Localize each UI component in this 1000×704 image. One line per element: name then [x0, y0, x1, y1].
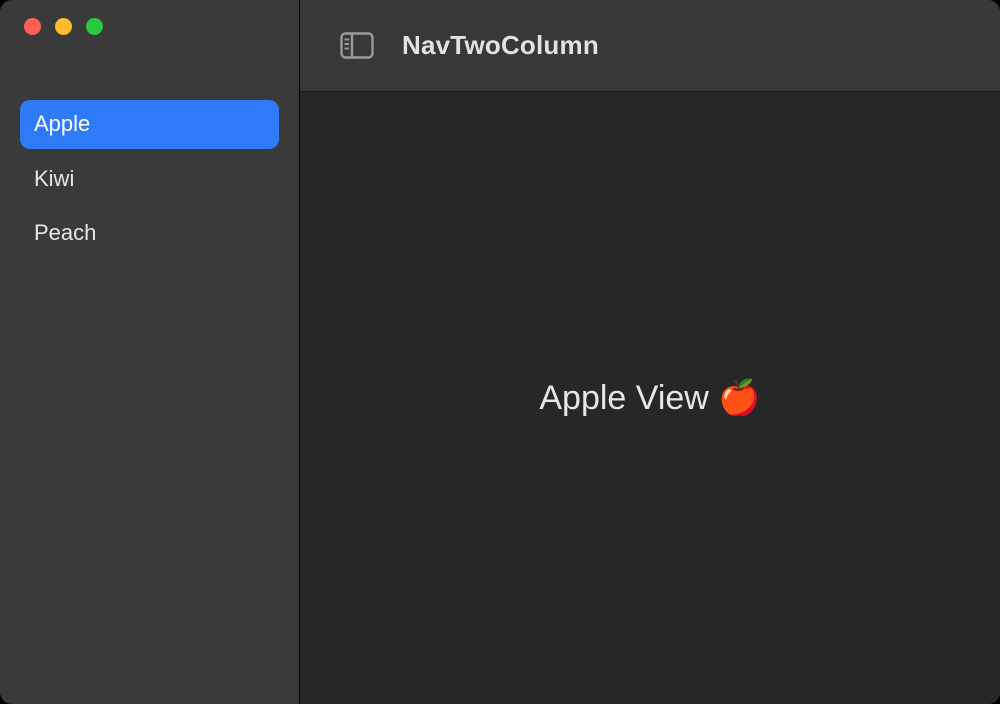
sidebar-item-kiwi[interactable]: Kiwi	[20, 155, 279, 204]
detail-text: Apple View 🍎	[539, 378, 760, 418]
window-controls	[0, 0, 299, 52]
sidebar: Apple Kiwi Peach	[0, 0, 300, 704]
window-title: NavTwoColumn	[402, 30, 599, 61]
minimize-window-button[interactable]	[55, 18, 72, 35]
sidebar-item-label: Apple	[34, 111, 90, 136]
main-area: NavTwoColumn Apple View 🍎	[300, 0, 1000, 704]
app-window: Apple Kiwi Peach NavTwoColumn	[0, 0, 1000, 704]
close-window-button[interactable]	[24, 18, 41, 35]
sidebar-toggle-icon[interactable]	[340, 32, 374, 59]
fullscreen-window-button[interactable]	[86, 18, 103, 35]
sidebar-item-apple[interactable]: Apple	[20, 100, 279, 149]
sidebar-item-label: Kiwi	[34, 166, 74, 191]
sidebar-list: Apple Kiwi Peach	[0, 52, 299, 258]
sidebar-item-label: Peach	[34, 220, 96, 245]
detail-view: Apple View 🍎	[300, 92, 1000, 704]
sidebar-item-peach[interactable]: Peach	[20, 209, 279, 258]
toolbar: NavTwoColumn	[300, 0, 1000, 92]
